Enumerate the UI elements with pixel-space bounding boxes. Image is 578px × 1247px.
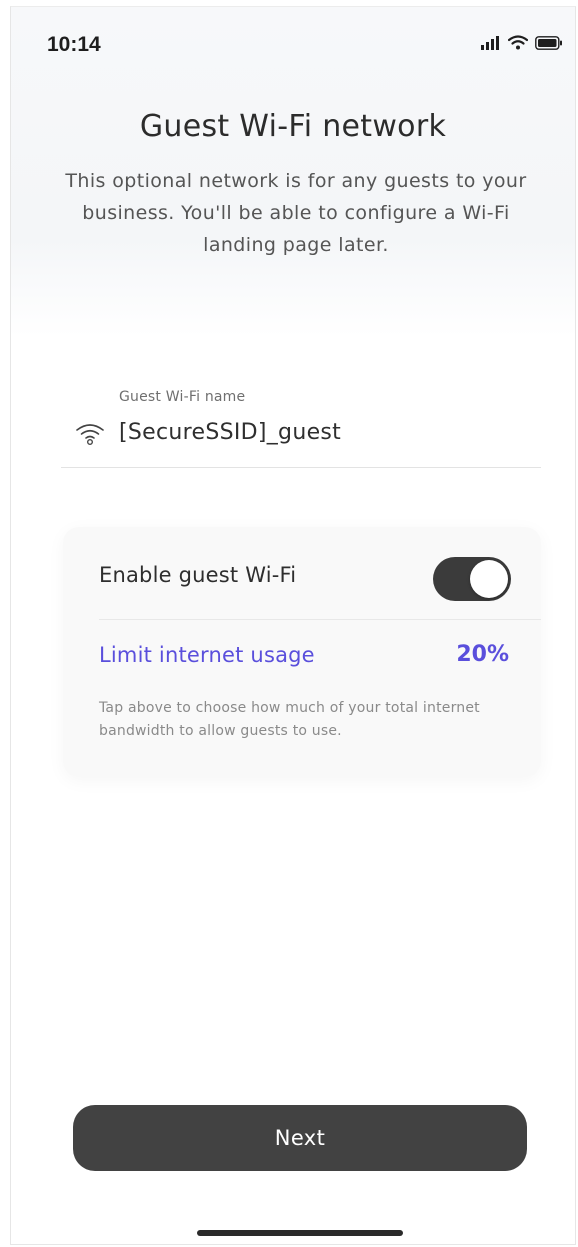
next-button[interactable]: Next (73, 1105, 527, 1171)
guest-wifi-name-input[interactable] (119, 420, 519, 445)
wifi-icon (508, 35, 528, 50)
status-time: 10:14 (47, 33, 101, 56)
page-title: Guest Wi-Fi network (139, 109, 447, 144)
cellular-signal-icon (481, 35, 499, 50)
enable-guest-wifi-label: Enable guest Wi-Fi (99, 563, 297, 587)
toggle-knob (470, 560, 508, 598)
phone-screen: 10:14 Guest Wi-Fi network This optional … (10, 6, 576, 1245)
home-indicator (197, 1230, 403, 1236)
limit-internet-usage-label: Limit internet usage (99, 643, 315, 667)
limit-internet-usage-value: 20% (456, 642, 509, 667)
field-underline (61, 467, 541, 468)
wifi-icon (76, 424, 104, 445)
limit-helper-text: Tap above to choose how much of your tot… (99, 700, 480, 739)
page-subtitle: This optional network is for any guests … (65, 170, 527, 256)
guest-wifi-name-label: Guest Wi-Fi name (119, 389, 246, 405)
guest-settings-card: Enable guest Wi-Fi Limit internet usage … (63, 527, 541, 777)
status-icons (481, 35, 563, 50)
battery-icon (535, 35, 562, 50)
enable-guest-wifi-toggle[interactable] (433, 557, 511, 601)
limit-internet-usage-row[interactable]: Limit internet usage 20% (99, 637, 511, 677)
card-divider (99, 619, 541, 620)
